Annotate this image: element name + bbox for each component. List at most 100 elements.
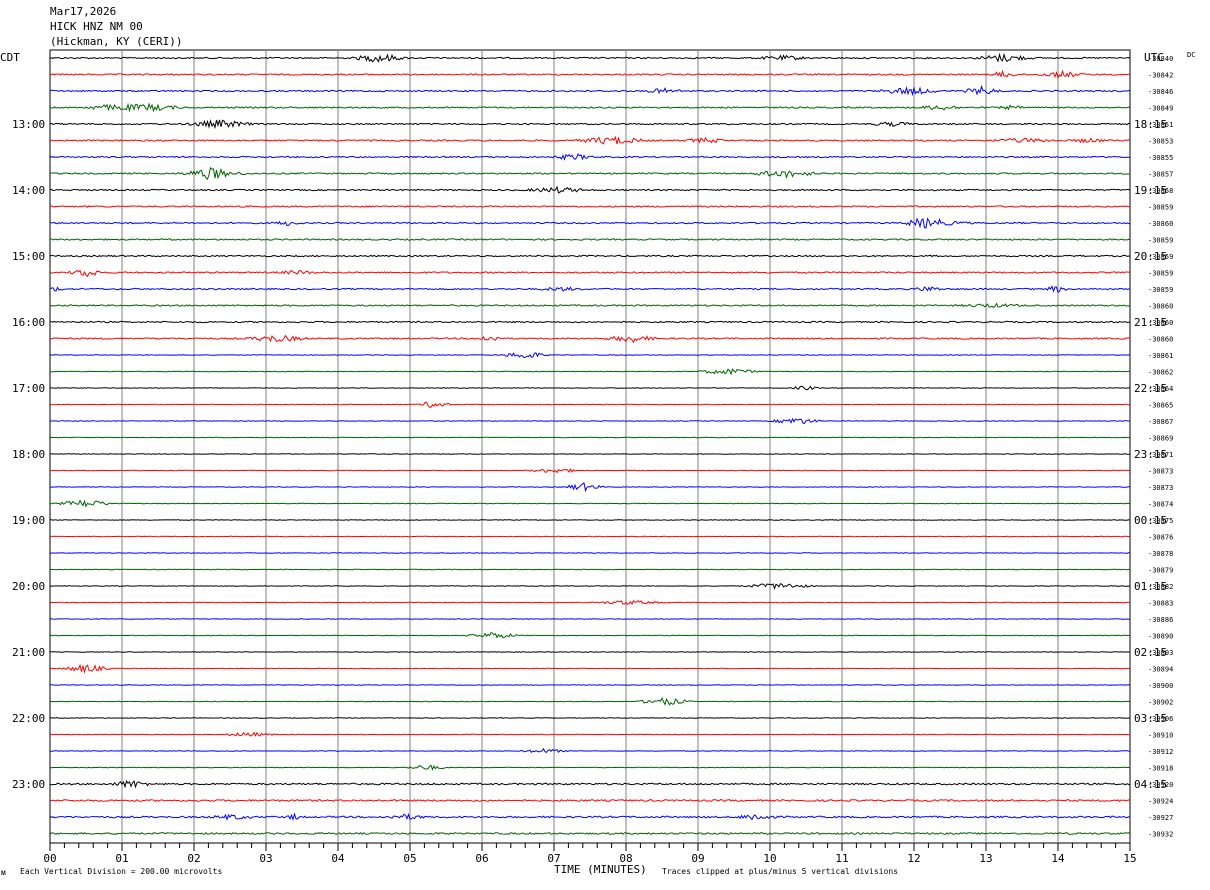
cdt-hour-label: 16:00 (12, 316, 45, 329)
utc-hour-label: 19:15 (1134, 184, 1167, 197)
dc-offset-label: -30927 (1148, 814, 1173, 822)
dc-offset-label: -30857 (1148, 171, 1173, 179)
dc-offset-label: -30862 (1148, 369, 1173, 377)
trace-line (49, 717, 1131, 719)
utc-label: UTC (1144, 51, 1164, 64)
dc-offset-label: -30842 (1148, 72, 1173, 80)
x-axis-title: TIME (MINUTES) (554, 863, 647, 876)
cdt-hour-label: 22:00 (12, 712, 45, 725)
trace-line (49, 102, 1131, 113)
dc-offset-label: -30878 (1148, 550, 1173, 558)
footer-right: Traces clipped at plus/minus 5 vertical … (662, 867, 899, 876)
x-tick-label: 04 (331, 852, 345, 865)
trace-line (49, 185, 1131, 194)
dc-offset-label: -30879 (1148, 567, 1173, 575)
dc-offset-label: -30859 (1148, 237, 1173, 245)
trace-line (49, 663, 1131, 674)
trace-line (49, 535, 1131, 538)
cdt-hour-label: 18:00 (12, 448, 45, 461)
x-tick-label: 09 (691, 852, 704, 865)
utc-hour-label: 04:15 (1134, 778, 1167, 791)
x-tick-label: 00 (43, 852, 56, 865)
trace-line (49, 696, 1131, 706)
trace-line (49, 453, 1131, 455)
x-tick-label: 01 (115, 852, 128, 865)
trace-line (49, 320, 1131, 324)
dc-offset-label: -30859 (1148, 286, 1173, 294)
trace-line (49, 153, 1131, 161)
dc-offset-label: -30902 (1148, 699, 1173, 707)
trace-line (49, 631, 1131, 639)
dc-offset-label: -30876 (1148, 534, 1173, 542)
trace-line (49, 385, 1131, 391)
x-tick-label: 13 (979, 852, 992, 865)
dc-offset-label: -30894 (1148, 666, 1173, 674)
trace-line (49, 568, 1131, 571)
dc-offset-label: -30918 (1148, 765, 1173, 773)
cdt-hour-label: 17:00 (12, 382, 45, 395)
dc-offset-label: -30846 (1148, 88, 1173, 96)
dc-offset-label: -30932 (1148, 831, 1173, 839)
dc-offset-label: -30869 (1148, 435, 1173, 443)
trace-line (49, 334, 1131, 344)
trace-line (49, 482, 1131, 493)
dc-offset-label: -30924 (1148, 798, 1173, 806)
cdt-hour-label: 20:00 (12, 580, 45, 593)
trace-line (49, 684, 1131, 686)
trace-line (49, 779, 1131, 789)
dc-offset-label: -30910 (1148, 732, 1173, 740)
trace-line (49, 302, 1131, 309)
x-tick-label: 10 (763, 852, 776, 865)
x-tick-label: 14 (1051, 852, 1065, 865)
trace-line (49, 731, 1131, 737)
utc-hour-label: 18:15 (1134, 118, 1167, 131)
trace-line (49, 468, 1131, 474)
dc-offset-label: -30849 (1148, 105, 1173, 113)
dc-offset-label: -30900 (1148, 682, 1173, 690)
footer-left: Each Vertical Division = 200.00 microvol… (20, 867, 223, 876)
dc-offset-label: -30855 (1148, 154, 1173, 162)
dc-offset-label: -30883 (1148, 600, 1173, 608)
x-tick-label: 02 (187, 852, 200, 865)
trace-line (49, 618, 1131, 620)
utc-hour-label: 02:15 (1134, 646, 1167, 659)
trace-line (49, 417, 1131, 424)
trace-line (49, 254, 1131, 258)
dc-offset-label: -30860 (1148, 220, 1173, 228)
utc-hour-label: 03:15 (1134, 712, 1167, 725)
trace-line (49, 52, 1131, 63)
trace-line (49, 519, 1131, 521)
trace-line (49, 747, 1131, 754)
trace-line (49, 166, 1131, 181)
utc-hour-label: 21:15 (1134, 316, 1167, 329)
trace-line (49, 217, 1131, 229)
utc-hour-label: 23:15 (1134, 448, 1167, 461)
dc-offset-label: -30860 (1148, 303, 1173, 311)
x-tick-label: 06 (475, 852, 488, 865)
utc-hour-label: 00:15 (1134, 514, 1167, 527)
trace-line (49, 135, 1131, 145)
dc-offset-label: -30861 (1148, 352, 1173, 360)
utc-hour-label: 22:15 (1134, 382, 1167, 395)
cdt-label: CDT (0, 51, 20, 64)
utc-hour-label: 01:15 (1134, 580, 1167, 593)
x-tick-label: 03 (259, 852, 272, 865)
dc-offset-label: -30873 (1148, 484, 1173, 492)
x-tick-label: 05 (403, 852, 416, 865)
dc-offset-label: -30886 (1148, 616, 1173, 624)
trace-line (49, 119, 1131, 130)
dc-offset-label: -30859 (1148, 204, 1173, 212)
dc-offset-label: -30912 (1148, 748, 1173, 756)
trace-line (49, 499, 1131, 508)
trace-line (49, 552, 1131, 554)
dc-offset-label: -30865 (1148, 402, 1173, 410)
trace-line (49, 651, 1131, 653)
seismogram-chart: -30840 -30842 -30846 -30849 -30851 -30853 -308… (0, 0, 1210, 890)
dc-offset-label: -30890 (1148, 633, 1173, 641)
trace-line (49, 368, 1131, 376)
cdt-hour-label: 23:00 (12, 778, 45, 791)
trace-line (49, 69, 1131, 79)
cdt-hour-label: 15:00 (12, 250, 45, 263)
cdt-hour-label: 14:00 (12, 184, 45, 197)
cdt-hour-label: 21:00 (12, 646, 45, 659)
